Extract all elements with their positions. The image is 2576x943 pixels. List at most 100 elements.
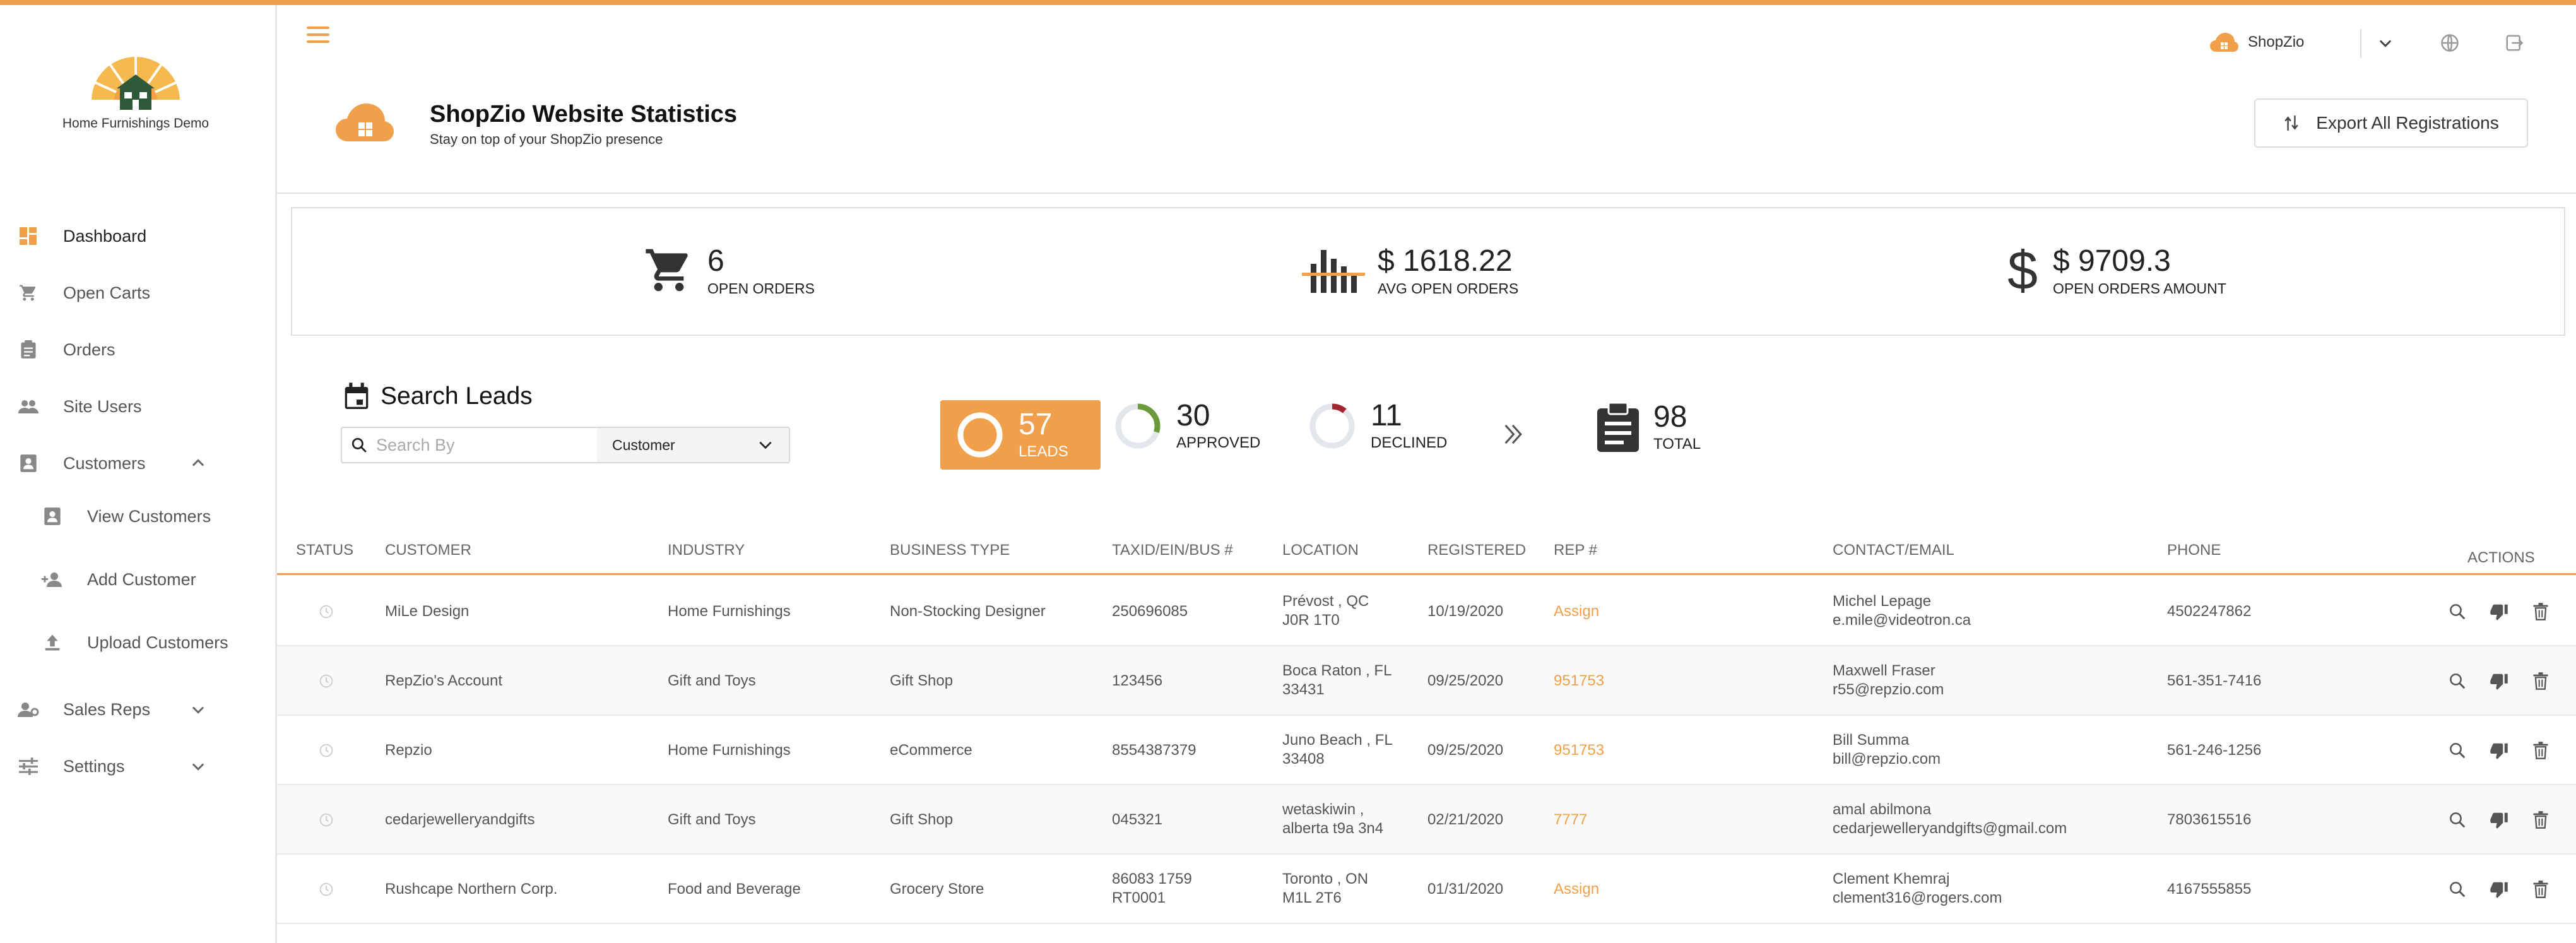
export-label: Export All Registrations bbox=[2316, 113, 2499, 133]
view-lead-button[interactable] bbox=[2446, 600, 2469, 623]
cell-contact-email: cedarjewelleryandgifts@gmail.com bbox=[1833, 820, 2067, 837]
delete-lead-button[interactable] bbox=[2529, 739, 2552, 762]
leads-count: 57 bbox=[1019, 408, 1053, 441]
cell-registered: 01/31/2020 bbox=[1427, 881, 1504, 898]
column-header-business-type[interactable]: BUSINESS TYPE bbox=[890, 542, 1010, 559]
stat-label: OPEN ORDERS AMOUNT bbox=[2053, 280, 2226, 297]
column-header-customer[interactable]: CUSTOMER bbox=[385, 542, 471, 559]
stat-value: $ 1618.22 bbox=[1378, 244, 1513, 278]
search-input[interactable] bbox=[376, 435, 584, 455]
cell-registered: 09/25/2020 bbox=[1427, 742, 1504, 759]
sidebar-item-label: Settings bbox=[63, 756, 125, 776]
chevron-down-icon[interactable] bbox=[2374, 32, 2397, 54]
search-input-wrap bbox=[342, 428, 597, 462]
sidebar-item-dashboard[interactable]: Dashboard bbox=[0, 217, 275, 255]
rep-link[interactable]: 7777 bbox=[1554, 810, 1587, 829]
sidebar-item-settings[interactable]: Settings bbox=[0, 747, 275, 785]
menu-toggle-button[interactable] bbox=[307, 27, 329, 45]
column-header-registered[interactable]: REGISTERED bbox=[1427, 542, 1526, 559]
column-header-taxid[interactable]: TAXID/EIN/BUS # bbox=[1112, 542, 1233, 559]
cell-business-type: Non-Stocking Designer bbox=[890, 603, 1046, 620]
leads-filter-button[interactable]: 57 LEADS bbox=[940, 400, 1101, 470]
page-title: ShopZio Website Statistics bbox=[430, 101, 738, 128]
cell-business-type: Grocery Store bbox=[890, 881, 984, 898]
table-row[interactable]: cedarjewelleryandgifts Gift and Toys Gift … bbox=[277, 785, 2576, 855]
cell-location: Prévost , QC bbox=[1282, 593, 1369, 610]
cell-phone: 7803615516 bbox=[2167, 811, 2252, 828]
column-header-contact-email[interactable]: CONTACT/EMAIL bbox=[1833, 542, 1954, 559]
rep-link[interactable]: Assign bbox=[1554, 602, 1599, 621]
delete-lead-button[interactable] bbox=[2529, 600, 2552, 623]
table-row[interactable]: Repzio Home Furnishings eCommerce 855438737… bbox=[277, 716, 2576, 785]
trash-icon bbox=[2533, 811, 2548, 829]
sidebar-item-add-customer[interactable]: Add Customer bbox=[0, 560, 275, 598]
sidebar-item-upload-customers[interactable]: Upload Customers bbox=[0, 624, 275, 661]
top-accent-bar bbox=[0, 0, 2576, 5]
sidebar-item-site-users[interactable]: Site Users bbox=[0, 388, 275, 425]
cell-phone: 4167555855 bbox=[2167, 881, 2252, 898]
cell-contact-email: clement316@rogers.com bbox=[1833, 889, 2002, 906]
cell-contact-email: e.mile@videotron.ca bbox=[1833, 612, 1971, 629]
approved-filter-button[interactable]: 30 APPROVED bbox=[1112, 400, 1260, 452]
total-count: 98 bbox=[1653, 400, 1687, 434]
cell-location-line2: J0R 1T0 bbox=[1282, 612, 1340, 629]
stat-value: $ 9709.3 bbox=[2053, 244, 2171, 278]
delete-lead-button[interactable] bbox=[2529, 670, 2552, 692]
user-brand-name: ShopZio bbox=[2248, 33, 2305, 50]
people-icon bbox=[18, 396, 39, 417]
column-header-status[interactable]: STATUS bbox=[296, 542, 353, 559]
column-header-industry[interactable]: INDUSTRY bbox=[668, 542, 745, 559]
brand-logo[interactable]: Home Furnishings Demo bbox=[57, 56, 215, 144]
export-all-registrations-button[interactable]: Export All Registrations bbox=[2254, 98, 2528, 148]
sidebar-item-orders[interactable]: Orders bbox=[0, 331, 275, 369]
decline-lead-button[interactable] bbox=[2488, 600, 2510, 623]
decline-lead-button[interactable] bbox=[2488, 739, 2510, 762]
table-row[interactable]: RepZio's Account Gift and Toys Gift Shop 12… bbox=[277, 646, 2576, 716]
declined-filter-button[interactable]: 11 DECLINED bbox=[1306, 400, 1447, 452]
view-lead-button[interactable] bbox=[2446, 670, 2469, 692]
decline-lead-button[interactable] bbox=[2488, 878, 2510, 901]
user-brand-menu[interactable]: ShopZio bbox=[2209, 32, 2304, 53]
decline-lead-button[interactable] bbox=[2488, 809, 2510, 831]
search-leads-box: Customer bbox=[341, 427, 790, 463]
chevron-down-icon bbox=[759, 441, 772, 449]
globe-icon[interactable] bbox=[2438, 32, 2461, 54]
rep-link[interactable]: Assign bbox=[1554, 880, 1599, 899]
sidebar-item-open-carts[interactable]: Open Carts bbox=[0, 274, 275, 312]
sidebar-item-view-customers[interactable]: View Customers bbox=[0, 497, 275, 535]
trash-icon bbox=[2533, 742, 2548, 759]
rep-link[interactable]: 951753 bbox=[1554, 672, 1604, 691]
ring-track bbox=[1309, 403, 1355, 449]
approved-ring-icon bbox=[1115, 403, 1161, 449]
logout-icon[interactable] bbox=[2503, 32, 2526, 54]
rep-link[interactable]: 951753 bbox=[1554, 741, 1604, 760]
cell-taxid: 8554387379 bbox=[1112, 742, 1196, 759]
shopzio-cloud-icon bbox=[2210, 33, 2238, 52]
sidebar: Home Furnishings Demo Dashboard Open Car… bbox=[0, 5, 277, 943]
column-header-phone[interactable]: PHONE bbox=[2167, 542, 2221, 559]
view-lead-button[interactable] bbox=[2446, 739, 2469, 762]
column-header-location[interactable]: LOCATION bbox=[1282, 542, 1359, 559]
total-filter-button[interactable]: 98 TOTAL bbox=[1595, 400, 1701, 454]
table-row[interactable]: Rushcape Northern Corp. Food and Beverage… bbox=[277, 855, 2576, 924]
search-icon bbox=[2450, 604, 2466, 620]
delete-lead-button[interactable] bbox=[2529, 878, 2552, 901]
decline-lead-button[interactable] bbox=[2488, 670, 2510, 692]
delete-lead-button[interactable] bbox=[2529, 809, 2552, 831]
sidebar-item-customers[interactable]: Customers bbox=[0, 444, 275, 482]
sliders-icon bbox=[18, 756, 39, 777]
column-header-rep[interactable]: REP # bbox=[1554, 542, 1597, 559]
cell-customer: Repzio bbox=[385, 742, 432, 759]
trash-icon bbox=[2533, 881, 2548, 898]
search-icon bbox=[2450, 882, 2466, 898]
double-chevron-right-icon[interactable] bbox=[1502, 422, 1523, 450]
stat-open-orders: 6 OPEN ORDERS bbox=[643, 245, 815, 297]
sidebar-item-sales-reps[interactable]: Sales Reps bbox=[0, 691, 275, 728]
cell-location: wetaskiwin , bbox=[1282, 801, 1364, 818]
view-lead-button[interactable] bbox=[2446, 809, 2469, 831]
search-by-select[interactable]: Customer bbox=[597, 428, 789, 462]
chevron-up-icon bbox=[192, 459, 204, 466]
stats-card: 6 OPEN ORDERS $ 1618.22 AVG OPEN ORDERS … bbox=[291, 207, 2565, 336]
view-lead-button[interactable] bbox=[2446, 878, 2469, 901]
table-row[interactable]: MiLe Design Home Furnishings Non-Stocking … bbox=[277, 577, 2576, 646]
